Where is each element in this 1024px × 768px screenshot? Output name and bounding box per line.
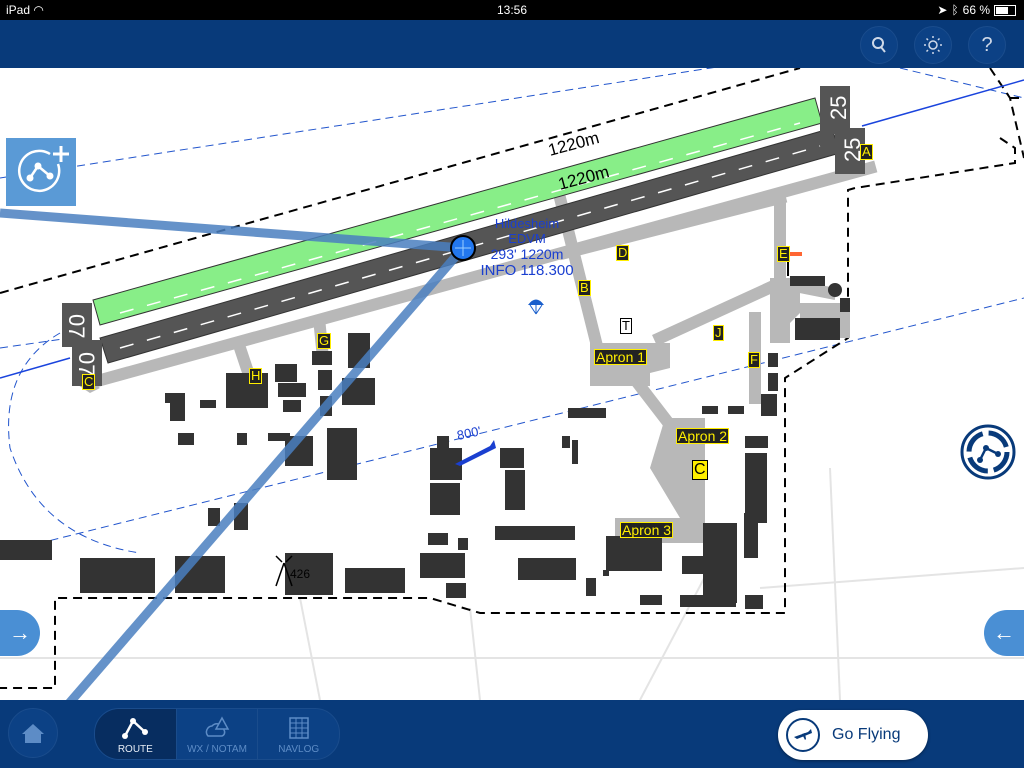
taxiway-label-d: D: [616, 245, 630, 261]
runway-designator-25a: 25: [826, 96, 851, 120]
brightness-button[interactable]: [914, 26, 952, 64]
expand-right-panel-button[interactable]: ←: [984, 610, 1024, 656]
location-icon: ➤: [937, 3, 948, 17]
taxiway-label-h: H: [249, 368, 263, 384]
taxiway-label-c: C: [82, 374, 96, 390]
brightness-icon: [924, 36, 942, 54]
go-flying-button[interactable]: Go Flying: [778, 710, 928, 760]
parachute-icon: [528, 299, 544, 315]
help-icon: ?: [981, 33, 993, 56]
aerodrome-boundary: [0, 68, 1024, 689]
airplane-icon: [786, 718, 820, 752]
airport-elevation-length: 293' 1220m: [490, 246, 564, 262]
map-canvas: 1220m 1220m 25 25 07 07 800' 426: [0, 68, 1024, 700]
status-bar: iPad ◠ 13:56 ➤ ᛒ 66 %: [0, 0, 1024, 20]
taxiway-label-f: F: [748, 352, 760, 368]
clock: 13:56: [496, 3, 528, 17]
taxiway-label-a: A: [860, 144, 873, 160]
mode-tabs: ROUTE WX / NOTAM NAVLOG: [94, 708, 340, 760]
apron-label-1: Apron 1: [594, 349, 648, 365]
airport-frequency: INFO 118.300: [480, 262, 574, 279]
arrow-left-icon: ←: [993, 620, 1015, 645]
navlog-grid-icon: [288, 717, 309, 739]
windsock-icon: [787, 252, 802, 276]
add-route-icon: [17, 146, 69, 193]
runway-designator-07b: 07: [74, 352, 99, 376]
bottom-toolbar: ROUTE WX / NOTAM NAVLOG Go Flying: [0, 700, 1024, 768]
airport-name: Hildesheim: [494, 216, 560, 231]
obstacle-height: 426: [290, 567, 310, 581]
route-ring-icon: [960, 424, 1016, 480]
taxiway-label-g: G: [317, 333, 332, 349]
tab-navlog-label: NAVLOG: [278, 744, 320, 755]
taxiway-label-e: E: [777, 246, 790, 262]
airport-info[interactable]: Hildesheim EDVM 293' 1220m INFO 118.300: [462, 216, 592, 279]
weather-notam-icon: [205, 716, 230, 737]
tab-route[interactable]: ROUTE: [95, 709, 177, 759]
add-route-button[interactable]: [6, 138, 76, 206]
airport-icao: EDVM: [508, 231, 546, 246]
arrow-right-icon: →: [9, 620, 31, 645]
status-right: ➤ ᛒ 66 %: [937, 3, 1016, 17]
route-icon: [122, 718, 149, 739]
taxiway-label-b: B: [578, 280, 591, 296]
go-flying-label: Go Flying: [832, 726, 901, 743]
tab-wx-notam[interactable]: WX / NOTAM: [177, 709, 259, 759]
apron-label-2: Apron 2: [676, 428, 730, 444]
taxiway-label-c2: C: [692, 460, 708, 480]
bluetooth-icon: ᛒ: [951, 3, 959, 17]
taxiway-label-j: J: [713, 325, 724, 341]
tab-navlog[interactable]: NAVLOG: [258, 709, 339, 759]
terminal-label: T: [620, 318, 632, 334]
apron-label-3: Apron 3: [620, 522, 674, 538]
tab-route-label: ROUTE: [117, 744, 153, 755]
search-icon: [872, 37, 886, 53]
tab-wx-notam-label: WX / NOTAM: [187, 744, 247, 755]
search-button[interactable]: [860, 26, 898, 64]
help-button[interactable]: ?: [968, 26, 1006, 64]
airport-map[interactable]: 1220m 1220m 25 25 07 07 800' 426 Hildesh…: [0, 68, 1024, 700]
runway-length-outer: 1220m: [546, 128, 601, 160]
runway-designator-07a: 07: [64, 314, 89, 338]
battery-icon: [994, 4, 1016, 16]
home-icon: [22, 724, 44, 743]
home-button[interactable]: [8, 708, 58, 758]
header-bar: ?: [0, 20, 1024, 68]
battery-percent: 66 %: [962, 3, 990, 17]
traffic-altitude: 800': [456, 423, 483, 443]
route-mode-button[interactable]: [960, 424, 1016, 480]
